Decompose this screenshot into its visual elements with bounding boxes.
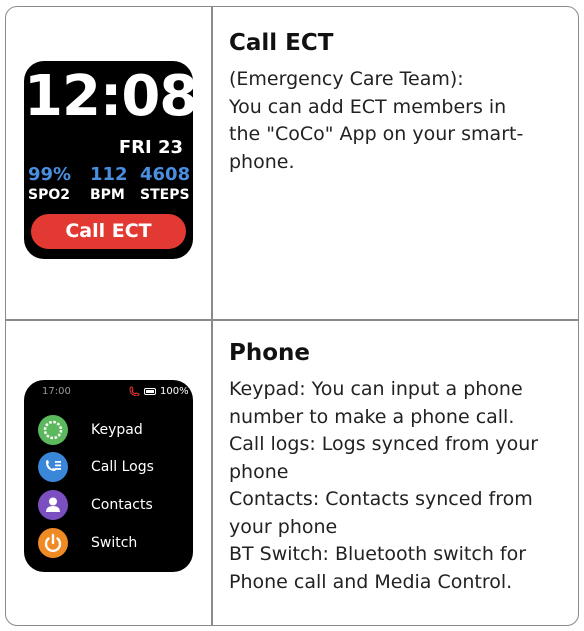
phone-description: Keypad: You can input a phone number to …: [229, 376, 538, 596]
description-line: BT Switch: Bluetooth switch for: [229, 543, 527, 565]
description-line: Call logs: Logs synced from your: [229, 433, 539, 455]
watch-phone-screen: 17:00 100% Keypad Call Logs Contacts Swi…: [24, 380, 193, 572]
watch-date: FRI 23: [118, 137, 183, 158]
description-line: (Emergency Care Team):: [229, 68, 464, 90]
bluetooth-call-icon: [129, 386, 141, 399]
description-line: Keypad: You can input a phone: [229, 378, 523, 400]
call-ect-button[interactable]: Call ECT: [31, 214, 186, 249]
contacts-icon: [38, 490, 68, 520]
description-line: number to make a phone call.: [229, 405, 515, 428]
menu-item-label: Call Logs: [91, 459, 154, 475]
keypad-icon: [38, 415, 68, 445]
menu-item-switch[interactable]: Switch: [38, 528, 188, 560]
steps-value: 4608: [140, 164, 191, 185]
column-divider: [211, 7, 213, 625]
phone-title: Phone: [229, 340, 311, 366]
description-line: the "CoCo" App on your smart-: [229, 123, 524, 145]
description-line: phone: [229, 460, 289, 483]
menu-item-keypad[interactable]: Keypad: [38, 415, 188, 447]
description-line: You can add ECT members in: [229, 95, 507, 118]
menu-item-label: Switch: [91, 535, 138, 551]
menu-item-contacts[interactable]: Contacts: [38, 490, 188, 522]
spo2-value: 99%: [28, 164, 72, 185]
battery-percent: 100%: [160, 386, 189, 397]
status-time: 17:00: [42, 386, 71, 397]
call-ect-title: Call ECT: [229, 30, 334, 56]
call-logs-icon: [38, 452, 68, 482]
spo2-label: SPO2: [28, 187, 70, 203]
menu-item-call-logs[interactable]: Call Logs: [38, 452, 188, 484]
bpm-label: BPM: [90, 187, 125, 203]
watch-call-ect-screen: 12:08 FRI 23 99% 112 4608 SPO2 BPM STEPS…: [24, 61, 193, 259]
battery-icon: [144, 388, 156, 395]
row-divider: [6, 319, 578, 321]
description-line: phone.: [229, 150, 295, 173]
call-ect-description: (Emergency Care Team): You can add ECT m…: [229, 66, 523, 176]
bpm-value: 112: [90, 164, 128, 185]
description-line: Phone call and Media Control.: [229, 570, 513, 593]
steps-label: STEPS: [140, 187, 190, 203]
description-line: Contacts: Contacts synced from: [229, 488, 533, 510]
menu-item-label: Contacts: [91, 497, 153, 513]
watch-time: 12:08: [24, 64, 193, 129]
power-switch-icon: [38, 528, 68, 558]
description-line: your phone: [229, 515, 338, 538]
menu-item-label: Keypad: [91, 422, 143, 438]
